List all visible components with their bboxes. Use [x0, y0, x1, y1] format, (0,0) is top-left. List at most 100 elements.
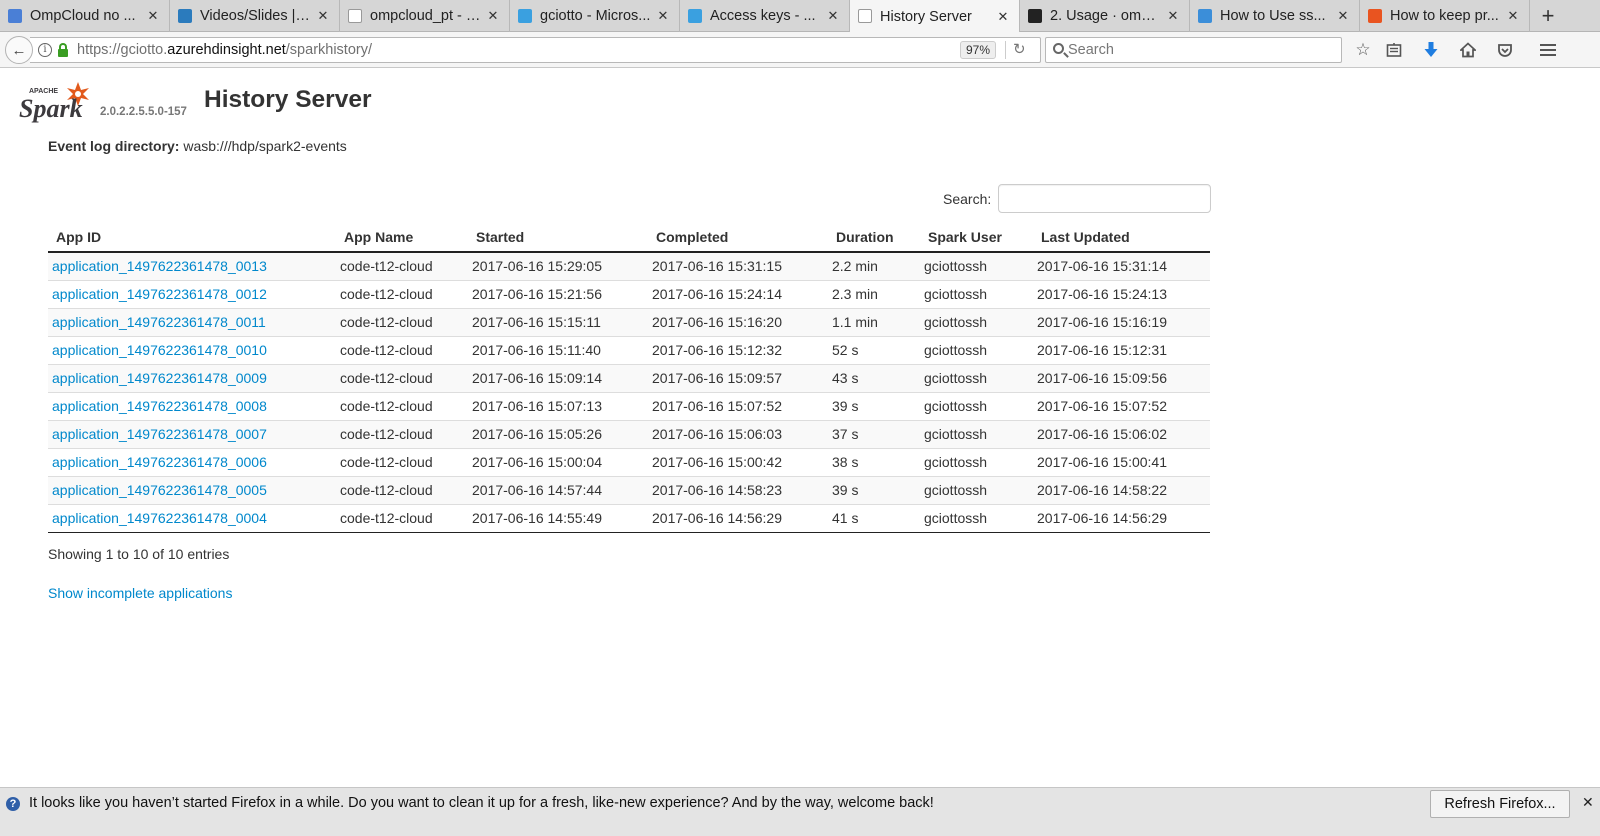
app-id-link[interactable]: application_1497622361478_0007: [52, 426, 267, 442]
app-id-link[interactable]: application_1497622361478_0011: [52, 314, 266, 330]
tab-label: 2. Usage · omp...: [1050, 8, 1161, 24]
tab-close-icon[interactable]: ✕: [1335, 8, 1351, 24]
cell-duration: 2.3 min: [828, 279, 920, 308]
tab-label: How to keep pr...: [1390, 8, 1499, 24]
url-host: azurehdinsight.net: [167, 42, 286, 58]
cell-started: 2017-06-16 14:55:49: [468, 503, 648, 533]
event-log-value: wasb:///hdp/spark2-events: [183, 138, 347, 154]
cell-started: 2017-06-16 15:15:11: [468, 307, 648, 336]
cell-completed: 2017-06-16 15:06:03: [648, 419, 828, 448]
app-id-link[interactable]: application_1497622361478_0012: [52, 286, 267, 302]
app-id-link[interactable]: application_1497622361478_0004: [52, 510, 267, 526]
cell-app-name: code-t12-cloud: [336, 391, 468, 420]
close-icon[interactable]: ✕: [1582, 794, 1594, 811]
browser-tab[interactable]: How to Use ss... ✕: [1190, 0, 1360, 32]
tab-close-icon[interactable]: ✕: [315, 8, 331, 24]
address-bar[interactable]: i https://gciotto.azurehdinsight.net/spa…: [30, 37, 1041, 63]
cell-app-name: code-t12-cloud: [336, 503, 468, 533]
browser-tab[interactable]: How to keep pr... ✕: [1360, 0, 1530, 32]
menu-icon[interactable]: [1538, 40, 1558, 60]
tab-close-icon[interactable]: ✕: [995, 9, 1011, 25]
column-header-app-name[interactable]: App Name: [336, 223, 468, 253]
show-incomplete-link[interactable]: Show incomplete applications: [48, 585, 232, 601]
cell-spark-user: gciottossh: [920, 391, 1033, 420]
column-header-app-id[interactable]: App ID: [48, 223, 336, 253]
app-id-link[interactable]: application_1497622361478_0013: [52, 258, 267, 274]
download-icon[interactable]: [1421, 40, 1441, 60]
azure-cloud-icon: [688, 9, 702, 23]
cell-last-updated: 2017-06-16 15:24:13: [1033, 279, 1210, 308]
navigation-toolbar: i https://gciotto.azurehdinsight.net/spa…: [0, 32, 1600, 68]
pocket-icon[interactable]: [1495, 40, 1515, 60]
entries-info: Showing 1 to 10 of 10 entries: [48, 546, 230, 562]
browser-tab[interactable]: OmpCloud no ... ✕: [0, 0, 170, 32]
cell-app-name: code-t12-cloud: [336, 363, 468, 392]
column-header-last-updated[interactable]: Last Updated: [1033, 223, 1210, 253]
cell-app-name: code-t12-cloud: [336, 252, 468, 280]
column-header-duration[interactable]: Duration: [828, 223, 920, 253]
browser-tab[interactable]: Access keys - ... ✕: [680, 0, 850, 32]
search-input[interactable]: [998, 184, 1212, 213]
table-row: application_1497622361478_0007 code-t12-c…: [48, 419, 1210, 448]
cell-app-id: application_1497622361478_0011: [48, 307, 336, 336]
lock-icon[interactable]: [58, 43, 68, 57]
zoom-indicator[interactable]: 97%: [960, 41, 997, 59]
cell-completed: 2017-06-16 15:24:14: [648, 279, 828, 308]
reload-icon[interactable]: ↻: [1013, 40, 1026, 58]
cell-spark-user: gciottossh: [920, 279, 1033, 308]
home-icon[interactable]: [1458, 40, 1478, 60]
cell-app-name: code-t12-cloud: [336, 279, 468, 308]
app-id-link[interactable]: application_1497622361478_0006: [52, 454, 267, 470]
cell-app-id: application_1497622361478_0013: [48, 252, 336, 280]
askubuntu-icon: [1368, 9, 1382, 23]
browser-tab[interactable]: 2. Usage · omp... ✕: [1020, 0, 1190, 32]
refresh-firefox-button[interactable]: Refresh Firefox...: [1430, 790, 1570, 818]
cell-duration: 41 s: [828, 503, 920, 533]
table-header-row: App ID App Name Started Completed Durati…: [48, 223, 1210, 253]
spark-version: 2.0.2.2.5.5.0-157: [100, 106, 187, 118]
cell-last-updated: 2017-06-16 15:12:31: [1033, 335, 1210, 364]
table-row: application_1497622361478_0004 code-t12-c…: [48, 503, 1210, 533]
tab-close-icon[interactable]: ✕: [655, 8, 671, 24]
cell-app-id: application_1497622361478_0004: [48, 503, 336, 533]
tab-close-icon[interactable]: ✕: [1165, 8, 1181, 24]
svg-text:Spark: Spark: [19, 94, 83, 123]
table-row: application_1497622361478_0012 code-t12-c…: [48, 279, 1210, 308]
app-id-link[interactable]: application_1497622361478_0010: [52, 342, 267, 358]
info-icon[interactable]: i: [38, 43, 52, 57]
new-tab-button[interactable]: +: [1530, 0, 1566, 32]
app-id-link[interactable]: application_1497622361478_0005: [52, 482, 267, 498]
browser-tab[interactable]: Videos/Slides | ... ✕: [170, 0, 340, 32]
cell-started: 2017-06-16 15:11:40: [468, 335, 648, 364]
tab-label: History Server: [880, 8, 972, 25]
tab-close-icon[interactable]: ✕: [485, 8, 501, 24]
browser-tab[interactable]: gciotto - Micros... ✕: [510, 0, 680, 32]
app-id-link[interactable]: application_1497622361478_0009: [52, 370, 267, 386]
search-bar[interactable]: [1045, 37, 1342, 63]
notification-bar: ? It looks like you haven’t started Fire…: [0, 787, 1600, 836]
column-header-started[interactable]: Started: [468, 223, 648, 253]
cell-spark-user: gciottossh: [920, 252, 1033, 280]
cell-last-updated: 2017-06-16 14:58:22: [1033, 475, 1210, 504]
tab-label: Access keys - ...: [710, 8, 816, 24]
cell-completed: 2017-06-16 15:31:15: [648, 252, 828, 280]
cell-duration: 1.1 min: [828, 307, 920, 336]
applications-table: App ID App Name Started Completed Durati…: [48, 223, 1210, 533]
reading-list-icon[interactable]: [1384, 40, 1404, 60]
column-header-spark-user[interactable]: Spark User: [920, 223, 1033, 253]
back-button[interactable]: ←: [5, 36, 33, 64]
tab-close-icon[interactable]: ✕: [1505, 8, 1521, 24]
cell-started: 2017-06-16 15:00:04: [468, 447, 648, 476]
app-id-link[interactable]: application_1497622361478_0008: [52, 398, 267, 414]
cell-app-name: code-t12-cloud: [336, 307, 468, 336]
browser-tab[interactable]: ompcloud_pt - om...✕: [340, 0, 510, 32]
tab-close-icon[interactable]: ✕: [825, 8, 841, 24]
url-text[interactable]: https://gciotto.azurehdinsight.net/spark…: [77, 42, 372, 58]
browser-search-input[interactable]: [1068, 40, 1338, 60]
spark-logo[interactable]: APACHE Spark: [18, 79, 98, 123]
tab-close-icon[interactable]: ✕: [145, 8, 161, 24]
cell-completed: 2017-06-16 14:56:29: [648, 503, 828, 533]
column-header-completed[interactable]: Completed: [648, 223, 828, 253]
browser-tab[interactable]: History Server ✕: [850, 0, 1020, 33]
bookmark-star-icon[interactable]: ☆: [1353, 40, 1373, 60]
